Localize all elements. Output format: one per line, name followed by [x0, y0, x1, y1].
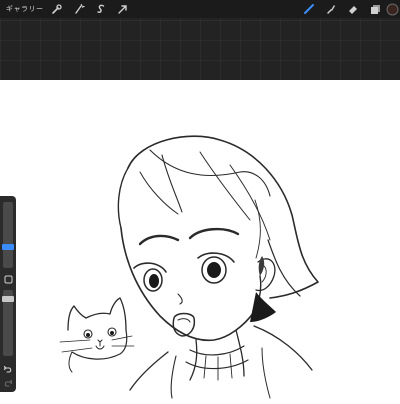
arrow-icon[interactable]	[116, 2, 130, 16]
color-swatch-icon[interactable]	[385, 2, 399, 16]
opacity-slider[interactable]	[2, 290, 14, 356]
magic-wand-icon[interactable]	[72, 2, 86, 16]
gallery-button[interactable]: ギャラリー	[6, 3, 44, 15]
brush-size-slider[interactable]	[2, 202, 14, 268]
smudge-icon[interactable]	[324, 2, 338, 16]
undo-icon[interactable]	[3, 364, 13, 374]
modify-button[interactable]	[3, 274, 13, 284]
opacity-thumb[interactable]	[2, 296, 14, 302]
redo-icon[interactable]	[3, 378, 13, 388]
sketch-artwork	[59, 135, 319, 399]
top-toolbar: ギャラリー	[0, 0, 400, 18]
brush-size-thumb[interactable]	[2, 244, 14, 250]
brush-icon[interactable]	[302, 2, 316, 16]
drawing-canvas[interactable]	[0, 80, 400, 400]
layers-icon[interactable]	[368, 2, 382, 16]
eraser-icon[interactable]	[346, 2, 360, 16]
selection-s-icon[interactable]	[94, 2, 108, 16]
wrench-icon[interactable]	[50, 2, 64, 16]
side-toolbar	[0, 196, 16, 392]
